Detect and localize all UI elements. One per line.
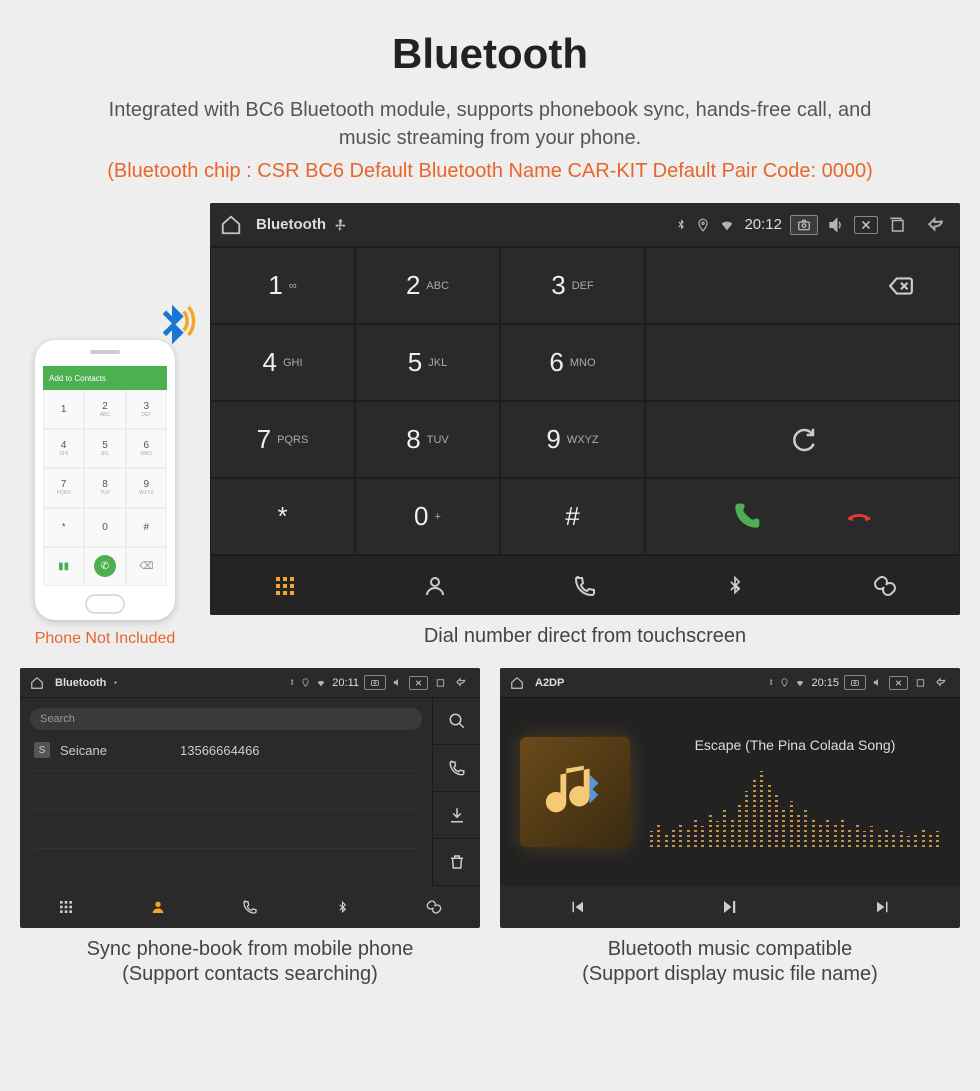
close-icon[interactable] xyxy=(889,676,908,690)
screenshot-icon[interactable] xyxy=(844,675,866,690)
page-title: Bluetooth xyxy=(20,30,960,78)
tab-history[interactable] xyxy=(204,886,296,928)
song-title: Escape (The Pina Colada Song) xyxy=(650,737,940,753)
play-pause-button[interactable] xyxy=(653,886,806,928)
location-icon xyxy=(696,217,710,233)
close-icon[interactable] xyxy=(409,676,428,690)
call-button[interactable] xyxy=(730,501,762,533)
location-icon xyxy=(301,677,310,688)
next-button[interactable] xyxy=(807,886,960,928)
recent-apps-icon[interactable] xyxy=(913,677,927,688)
key-star[interactable]: * xyxy=(210,478,355,555)
tab-keypad[interactable] xyxy=(20,886,112,928)
tab-bluetooth[interactable] xyxy=(660,555,810,615)
dialer-caption: Dial number direct from touchscreen xyxy=(210,625,960,648)
side-call-icon[interactable] xyxy=(432,745,480,792)
music-caption1: Bluetooth music compatible xyxy=(500,938,960,961)
phone-topbar-text: Add to Contacts xyxy=(49,374,106,383)
empty-row xyxy=(645,324,960,401)
key-6[interactable]: 6MNO xyxy=(500,324,645,401)
back-icon[interactable] xyxy=(922,216,950,234)
key-hash[interactable]: # xyxy=(500,478,645,555)
redial-button[interactable] xyxy=(645,401,960,478)
tab-history[interactable] xyxy=(510,555,660,615)
headunit-music: A2DP 20:15 Esca xyxy=(500,668,960,928)
phone-column: Add to Contacts 12ABC3DEF 4GHI5JKL6MNO 7… xyxy=(20,340,190,648)
bluetooth-icon xyxy=(287,677,296,688)
key-5[interactable]: 5JKL xyxy=(355,324,500,401)
prev-button[interactable] xyxy=(500,886,653,928)
screenshot-icon[interactable] xyxy=(790,215,818,235)
music-caption2: (Support display music file name) xyxy=(500,963,960,986)
tab-contacts[interactable] xyxy=(112,886,204,928)
contact-number: 13566664466 xyxy=(180,743,260,758)
hangup-button[interactable] xyxy=(842,505,876,529)
key-0[interactable]: 0+ xyxy=(355,478,500,555)
album-art xyxy=(520,737,630,847)
wifi-icon xyxy=(718,217,736,233)
statusbar: Bluetooth 20:12 xyxy=(210,203,960,247)
tab-contacts[interactable] xyxy=(360,555,510,615)
volume-icon[interactable] xyxy=(871,677,884,688)
phone-mockup: Add to Contacts 12ABC3DEF 4GHI5JKL6MNO 7… xyxy=(35,340,175,620)
usb-icon xyxy=(334,218,348,232)
key-9[interactable]: 9WXYZ xyxy=(500,401,645,478)
bluetooth-icon xyxy=(674,217,688,233)
side-delete-icon[interactable] xyxy=(432,839,480,886)
key-4[interactable]: 4GHI xyxy=(210,324,355,401)
recent-apps-icon[interactable] xyxy=(886,216,908,234)
backspace-button[interactable] xyxy=(645,247,960,324)
bluetooth-icon xyxy=(766,677,775,688)
contact-letter: S xyxy=(34,742,50,758)
dial-grid: 1∞ 2ABC 3DEF 4GHI 5JKL 6MNO 7PQRS 8TUV 9… xyxy=(210,247,645,555)
home-icon[interactable] xyxy=(220,214,242,236)
page-subtitle: Integrated with BC6 Bluetooth module, su… xyxy=(20,96,960,152)
side-download-icon[interactable] xyxy=(432,792,480,839)
phone-caption: Phone Not Included xyxy=(20,630,190,648)
volume-icon[interactable] xyxy=(391,677,404,688)
visualizer xyxy=(650,767,940,847)
key-1[interactable]: 1∞ xyxy=(210,247,355,324)
home-icon[interactable] xyxy=(30,676,44,690)
key-7[interactable]: 7PQRS xyxy=(210,401,355,478)
contacts-caption2: (Support contacts searching) xyxy=(20,963,480,986)
statusbar-time: 20:15 xyxy=(811,677,839,689)
key-2[interactable]: 2ABC xyxy=(355,247,500,324)
bottom-tabs xyxy=(210,555,960,615)
contacts-caption1: Sync phone-book from mobile phone xyxy=(20,938,480,961)
key-8[interactable]: 8TUV xyxy=(355,401,500,478)
wifi-icon xyxy=(794,678,806,688)
statusbar-time: 20:12 xyxy=(744,216,782,233)
side-search-icon[interactable] xyxy=(432,698,480,745)
location-icon xyxy=(780,677,789,688)
search-input[interactable]: Search xyxy=(30,708,422,730)
statusbar-time: 20:11 xyxy=(332,677,359,689)
back-icon[interactable] xyxy=(452,677,470,688)
tab-bluetooth[interactable] xyxy=(296,886,388,928)
home-icon[interactable] xyxy=(510,676,524,690)
contact-row[interactable]: S Seicane 13566664466 xyxy=(20,734,432,766)
usb-icon xyxy=(111,678,120,687)
key-3[interactable]: 3DEF xyxy=(500,247,645,324)
statusbar-title: Bluetooth xyxy=(55,677,106,689)
statusbar-title: Bluetooth xyxy=(256,216,326,233)
headunit-dialer: Bluetooth 20:12 xyxy=(210,203,960,615)
tab-keypad[interactable] xyxy=(210,555,360,615)
recent-apps-icon[interactable] xyxy=(433,677,447,688)
contact-name: Seicane xyxy=(60,743,170,758)
statusbar-title: A2DP xyxy=(535,677,564,689)
close-icon[interactable] xyxy=(854,216,878,234)
volume-icon[interactable] xyxy=(826,216,846,234)
headunit-contacts: Bluetooth 20:11 Search xyxy=(20,668,480,928)
screenshot-icon[interactable] xyxy=(364,675,386,690)
tab-pair[interactable] xyxy=(388,886,480,928)
back-icon[interactable] xyxy=(932,677,950,688)
spec-line: (Bluetooth chip : CSR BC6 Default Blueto… xyxy=(20,160,960,183)
tab-pair[interactable] xyxy=(810,555,960,615)
wifi-icon xyxy=(315,678,327,688)
